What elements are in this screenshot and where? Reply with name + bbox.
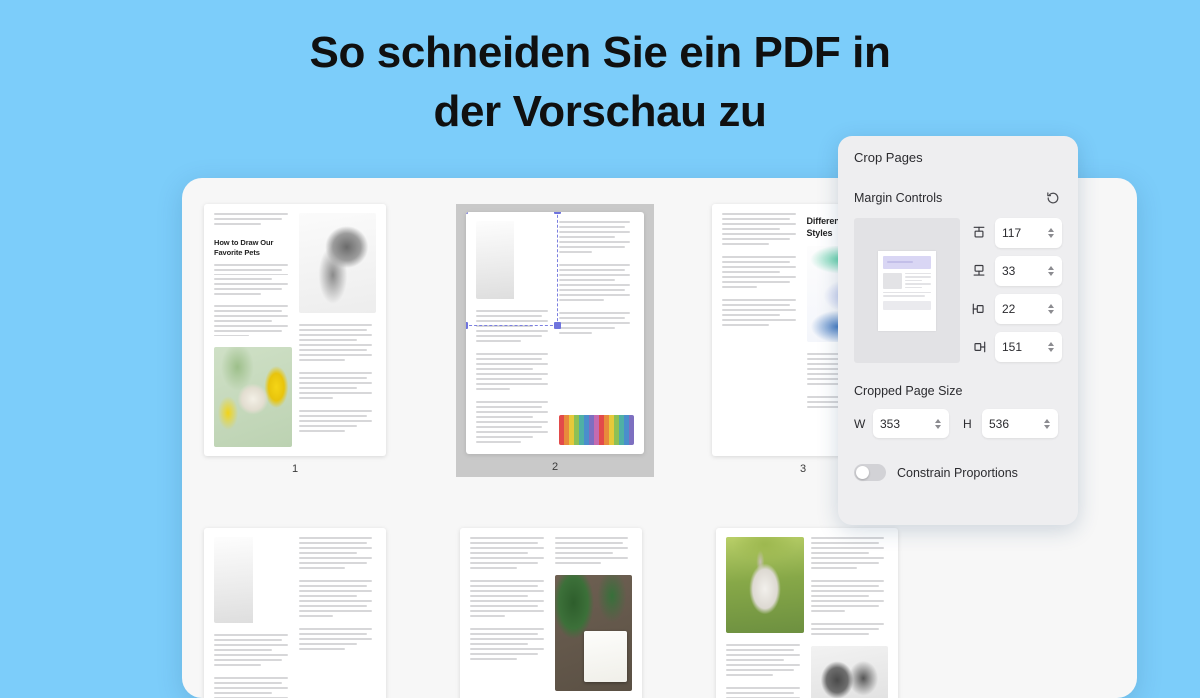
constrain-proportions-label: Constrain Proportions xyxy=(897,465,1018,480)
margin-right-value: 151 xyxy=(1002,340,1023,354)
margin-field-list: 117 33 22 151 xyxy=(970,218,1062,363)
margin-top-row: 117 xyxy=(970,218,1062,248)
margin-right-icon xyxy=(970,338,988,356)
preview-text-lines xyxy=(905,272,931,289)
width-input[interactable]: 353 xyxy=(873,409,949,438)
margin-left-stepper[interactable] xyxy=(1046,304,1055,314)
height-input[interactable]: 536 xyxy=(982,409,1058,438)
height-value: 536 xyxy=(989,416,1010,431)
margin-left-row: 22 xyxy=(970,294,1062,324)
toggle-knob xyxy=(856,466,869,479)
preview-footer-block xyxy=(883,300,931,310)
image-blue-door-photo-2 xyxy=(253,537,292,623)
page-thumbnail-4[interactable] xyxy=(204,528,386,698)
margin-top-stepper[interactable] xyxy=(1046,228,1055,238)
crop-preview-page xyxy=(878,250,936,331)
crop-pages-panel: Crop Pages Margin Controls 117 33 22 151… xyxy=(838,136,1078,525)
image-dog-portrait-photo xyxy=(214,347,292,447)
page-sheet-1[interactable]: How to Draw Our Favorite Pets xyxy=(204,204,386,456)
page-sheet-6[interactable] xyxy=(716,528,898,698)
image-plants-sketchbook-photo xyxy=(554,575,632,691)
reset-margins-button[interactable] xyxy=(1044,189,1062,207)
image-rabbit-photo xyxy=(726,537,804,633)
cropped-page-size-row: W 353 H 536 xyxy=(854,409,1062,438)
preview-header-block xyxy=(883,255,931,269)
image-sketchpad xyxy=(583,630,628,682)
page-number-3: 3 xyxy=(799,463,807,475)
image-paint-buckets-photo xyxy=(722,337,800,407)
preview-content-row xyxy=(883,272,931,289)
margin-bottom-stepper[interactable] xyxy=(1046,266,1055,276)
page-thumbnail-1[interactable]: How to Draw Our Favorite Pets 1 xyxy=(204,204,386,475)
page-title-line-1: So schneiden Sie ein PDF in xyxy=(309,28,891,77)
width-label: W xyxy=(854,416,866,431)
margin-right-input[interactable]: 151 xyxy=(995,332,1062,362)
image-dog-sketch xyxy=(298,213,376,313)
image-colored-pencils-photo xyxy=(558,415,634,445)
image-elephant-sketch-2 xyxy=(214,537,253,623)
width-value: 353 xyxy=(880,416,901,431)
page-sheet-4[interactable] xyxy=(204,528,386,698)
crop-panel-title: Crop Pages xyxy=(854,150,923,165)
page-thumbnail-6[interactable] xyxy=(716,528,898,698)
image-group-elephant-door-2 xyxy=(214,537,292,623)
margin-bottom-icon xyxy=(970,262,988,280)
page-sheet-5[interactable] xyxy=(460,528,642,698)
height-stepper[interactable] xyxy=(1042,418,1051,429)
image-blue-door-photo xyxy=(514,221,552,299)
margin-left-icon xyxy=(970,300,988,318)
page-title-line-2: der Vorschau zu xyxy=(433,86,767,136)
page-1-heading: How to Draw Our Favorite Pets xyxy=(214,238,274,258)
page-thumbnail-5[interactable] xyxy=(460,528,642,698)
margin-bottom-input[interactable]: 33 xyxy=(995,256,1062,286)
page-number-2: 2 xyxy=(551,461,559,473)
page-title: So schneiden Sie ein PDF in der Vorschau… xyxy=(0,24,1200,141)
margin-bottom-value: 33 xyxy=(1002,264,1016,278)
crop-preview-box xyxy=(854,218,960,363)
margin-controls-body: 117 33 22 151 xyxy=(854,218,1062,363)
cropped-page-size-label: Cropped Page Size xyxy=(854,384,963,398)
margin-left-input[interactable]: 22 xyxy=(995,294,1062,324)
width-stepper[interactable] xyxy=(933,418,942,429)
margin-left-value: 22 xyxy=(1002,302,1016,316)
page-thumbnail-2[interactable]: 2 xyxy=(456,204,654,477)
margin-controls-header: Margin Controls xyxy=(854,189,1062,207)
constrain-proportions-row: Constrain Proportions xyxy=(854,464,1062,481)
margin-right-row: 151 xyxy=(970,332,1062,362)
preview-image-block xyxy=(883,272,902,289)
margin-top-input[interactable]: 117 xyxy=(995,218,1062,248)
image-shoes-sketch xyxy=(810,646,888,698)
image-group-elephant-door xyxy=(476,221,552,299)
margin-top-value: 117 xyxy=(1002,226,1022,240)
image-elephant-sketch xyxy=(476,221,514,299)
margin-bottom-row: 33 xyxy=(970,256,1062,286)
reset-arrow-icon xyxy=(1047,192,1059,204)
constrain-proportions-toggle[interactable] xyxy=(854,464,886,481)
height-label: H xyxy=(963,416,972,431)
page-sheet-2[interactable] xyxy=(466,212,644,454)
margin-top-icon xyxy=(970,224,988,242)
margin-right-stepper[interactable] xyxy=(1046,342,1055,352)
page-number-1: 1 xyxy=(291,463,299,475)
margin-controls-label: Margin Controls xyxy=(854,191,943,205)
